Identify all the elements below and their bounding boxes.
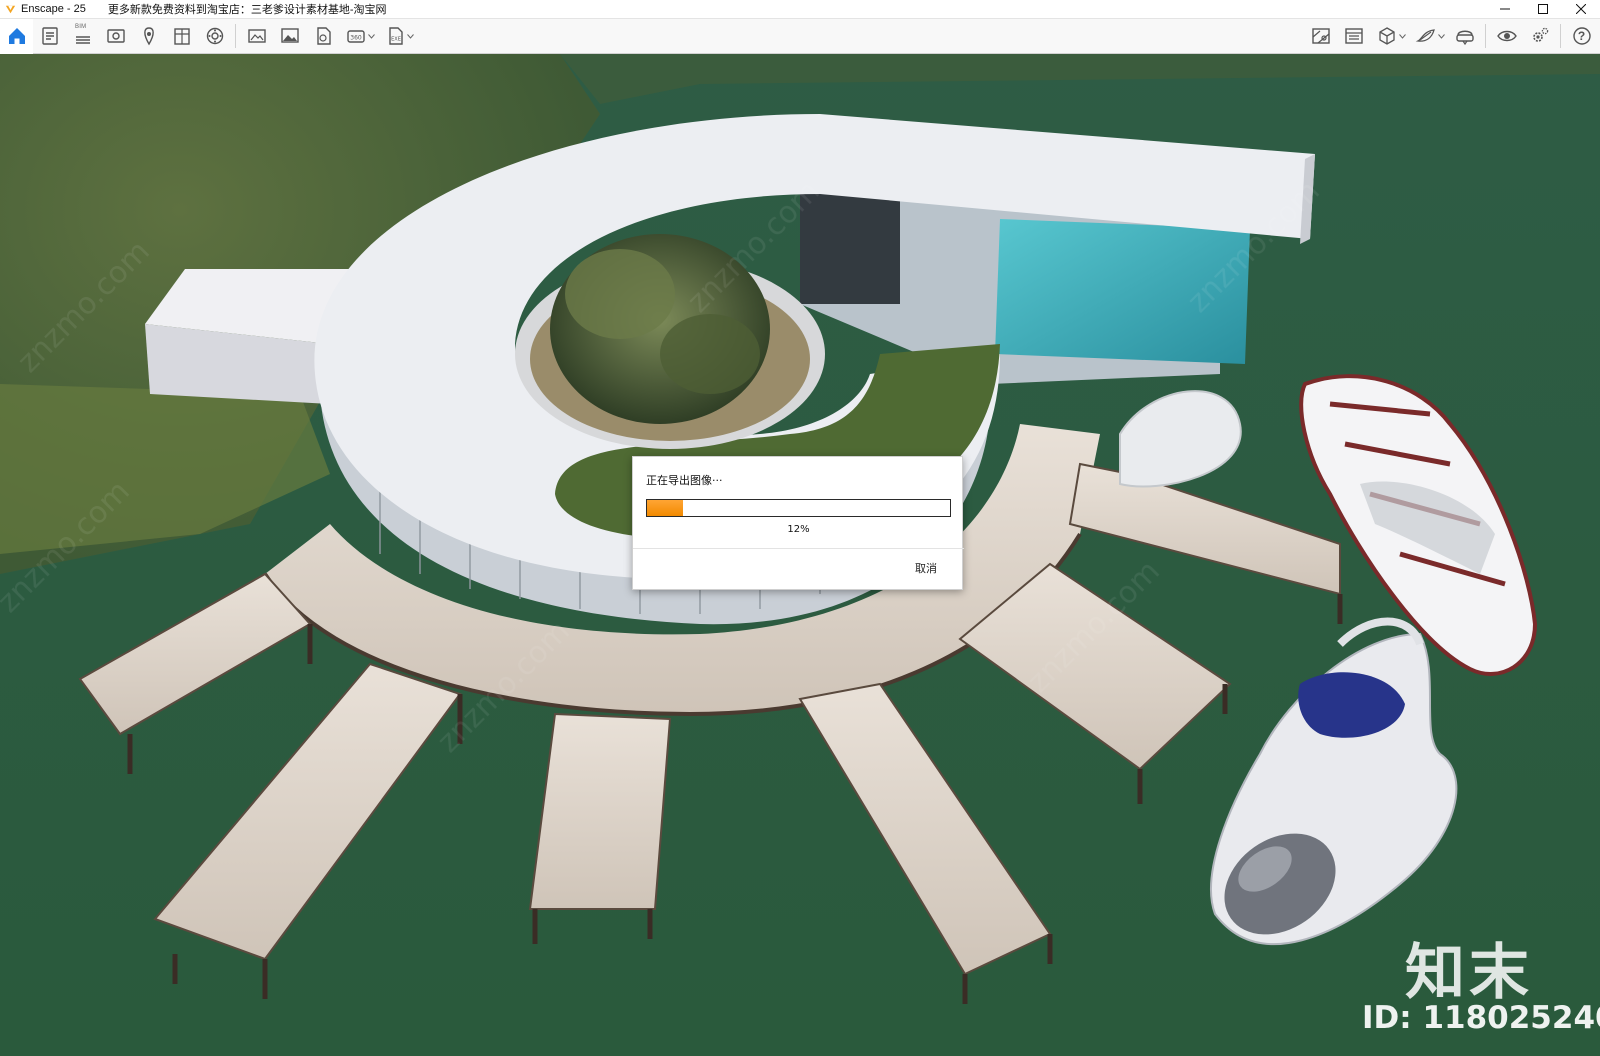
asset-library-icon <box>143 27 154 46</box>
export-progress-dialog: 正在导出图像··· 12% 取消 <box>632 456 964 590</box>
screenshot-button[interactable] <box>240 19 273 54</box>
visual-settings-icon <box>1344 28 1363 44</box>
panorama-button[interactable] <box>306 19 339 54</box>
close-button[interactable] <box>1562 0 1600 19</box>
home-icon <box>8 28 25 44</box>
minimize-button[interactable] <box>1486 0 1524 19</box>
360-panorama-icon: 360 <box>346 30 365 43</box>
main-toolbar: BIM 360 EXE ? <box>0 18 1600 71</box>
document-title: 更多新款免费资料到淘宝店：三老爹设计素材基地-淘宝网 <box>107 4 387 16</box>
toolbar-separator <box>1485 24 1486 48</box>
export-progress-bar <box>646 499 951 517</box>
vr-headset-icon <box>1455 30 1474 46</box>
material-editor-icon <box>173 28 190 45</box>
cancel-button[interactable]: 取消 <box>906 558 946 578</box>
exe-export-button[interactable]: EXE <box>378 19 411 54</box>
views-icon <box>106 29 125 43</box>
visibility-icon <box>1496 30 1517 42</box>
project-info-button[interactable] <box>33 19 66 54</box>
views-button[interactable] <box>99 19 132 54</box>
window-controls <box>1486 0 1600 19</box>
minimap-button[interactable] <box>1304 19 1337 54</box>
maximize-icon <box>1538 4 1548 14</box>
toolbar-separator <box>235 24 236 48</box>
bim-label: BIM <box>75 23 87 30</box>
cube-view-button[interactable] <box>1370 19 1403 54</box>
minimap-icon <box>1311 28 1330 44</box>
exe-export-icon: EXE <box>388 27 403 45</box>
minimize-icon <box>1500 8 1510 10</box>
close-icon <box>1576 4 1586 14</box>
dialog-title: 正在导出图像··· <box>646 474 723 487</box>
panorama-360-button[interactable]: 360 <box>339 19 372 54</box>
app-title: Enscape - 25 <box>21 3 86 15</box>
atmosphere-button[interactable] <box>198 19 231 54</box>
help-button[interactable]: ? <box>1565 19 1598 54</box>
panorama-icon <box>316 27 331 45</box>
cube-view-icon <box>1378 27 1395 45</box>
svg-text:360: 360 <box>350 35 362 42</box>
help-symbol: ? <box>1577 29 1586 43</box>
enscape-logo-icon <box>5 5 16 13</box>
title-bar: Enscape - 25 更多新款免费资料到淘宝店：三老爹设计素材基地-淘宝网 <box>0 0 1600 19</box>
progress-fill <box>647 500 684 516</box>
watermark-id-text: ID: 1180252400 <box>1362 1000 1600 1036</box>
batch-render-icon <box>280 28 299 43</box>
bim-button[interactable]: BIM <box>66 19 99 54</box>
maximize-button[interactable] <box>1524 0 1562 19</box>
settings-icon <box>1532 27 1548 42</box>
visibility-button[interactable] <box>1490 19 1523 54</box>
toolbar-right-group: ? <box>1304 19 1598 54</box>
progress-percent-text: 12% <box>787 524 810 535</box>
visual-settings-button[interactable] <box>1337 19 1370 54</box>
atmosphere-icon <box>206 27 223 45</box>
screenshot-icon <box>247 29 266 43</box>
material-editor-button[interactable] <box>165 19 198 54</box>
toolbar-separator <box>1560 24 1561 48</box>
batch-render-button[interactable] <box>273 19 306 54</box>
video-editor-icon <box>1415 29 1435 42</box>
home-button[interactable] <box>0 18 33 54</box>
vr-headset-button[interactable] <box>1448 19 1481 54</box>
video-editor-button[interactable] <box>1409 19 1442 54</box>
watermark-logo-text: 知末 <box>1405 938 1533 1008</box>
project-info-icon <box>41 27 58 45</box>
asset-library-button[interactable] <box>132 19 165 54</box>
dialog-divider <box>633 548 964 549</box>
settings-button[interactable] <box>1523 19 1556 54</box>
svg-text:EXE: EXE <box>391 37 401 43</box>
toolbar-left-group: BIM 360 EXE <box>0 18 417 54</box>
